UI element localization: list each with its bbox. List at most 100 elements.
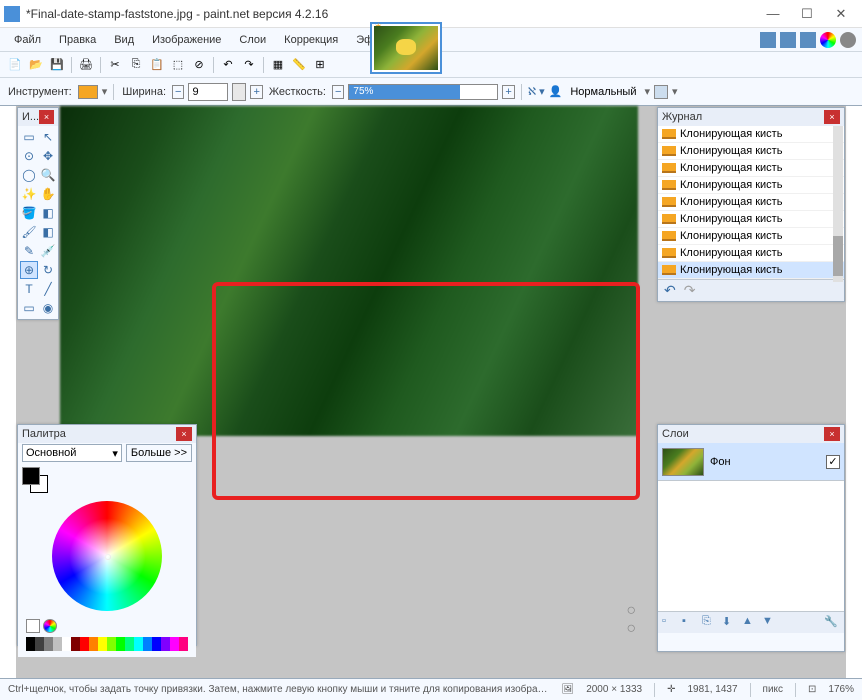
color-cell[interactable] — [161, 637, 170, 651]
tool-magic-wand[interactable]: ✨ — [20, 185, 38, 203]
tool-fill[interactable]: 🪣 — [20, 204, 38, 222]
color-cell[interactable] — [62, 637, 71, 651]
tool-picker[interactable]: 💉 — [39, 242, 57, 260]
primary-color-dropdown[interactable]: Основной▾ — [22, 444, 122, 462]
layer-duplicate-button[interactable]: ⎘ — [702, 615, 718, 631]
width-input[interactable] — [188, 83, 228, 101]
tool-move[interactable]: ↖ — [39, 128, 57, 146]
width-plus[interactable]: + — [250, 85, 262, 99]
color-cell[interactable] — [26, 637, 35, 651]
save-button[interactable]: 💾 — [48, 56, 66, 74]
tool-rect-select[interactable]: ▭ — [20, 128, 38, 146]
tool-zoom[interactable]: 🔍 — [39, 166, 57, 184]
tool-recolor[interactable]: ↻ — [39, 261, 57, 279]
maximize-button[interactable]: ☐ — [790, 2, 824, 26]
color-cell[interactable] — [80, 637, 89, 651]
menu-adjust[interactable]: Коррекция — [276, 31, 346, 49]
palette-close-button[interactable]: × — [176, 427, 192, 441]
layers-window-icon[interactable] — [800, 32, 816, 48]
tool-pencil[interactable]: ✎ — [20, 242, 38, 260]
tool-ellipse-select[interactable]: ◯ — [20, 166, 38, 184]
menu-image[interactable]: Изображение — [144, 31, 229, 49]
ruler-button[interactable]: 📏 — [290, 56, 308, 74]
history-item[interactable]: Клонирующая кисть▾ — [658, 262, 844, 279]
palette-add-icon[interactable] — [26, 619, 40, 633]
menu-view[interactable]: Вид — [106, 31, 142, 49]
history-redo-button[interactable]: ↷ — [684, 282, 696, 299]
history-item[interactable]: Клонирующая кисть — [658, 194, 844, 211]
history-close-button[interactable]: × — [824, 110, 840, 124]
deselect-button[interactable]: ⊘ — [190, 56, 208, 74]
color-cell[interactable] — [107, 637, 116, 651]
layer-up-button[interactable]: ▲ — [742, 615, 758, 631]
tool-brush[interactable]: 🖌 — [20, 223, 38, 241]
menu-file[interactable]: Файл — [6, 31, 49, 49]
undo-button[interactable]: ↶ — [219, 56, 237, 74]
paste-button[interactable]: 📋 — [148, 56, 166, 74]
color-cell[interactable] — [98, 637, 107, 651]
status-unit[interactable]: пикс — [763, 684, 784, 695]
layer-delete-button[interactable]: ▪ — [682, 615, 698, 631]
crop-button[interactable]: ⬚ — [169, 56, 187, 74]
antialias-icon[interactable]: ℵ ▾ — [528, 85, 545, 98]
color-cell[interactable] — [44, 637, 53, 651]
menu-layers[interactable]: Слои — [231, 31, 274, 49]
blend-icon[interactable]: 👤 — [549, 85, 563, 98]
color-cell[interactable] — [89, 637, 98, 651]
tool-pan[interactable]: ✋ — [39, 185, 57, 203]
palette-manage-icon[interactable] — [43, 619, 57, 633]
minimize-button[interactable]: — — [756, 2, 790, 26]
blend-mode-dropdown[interactable]: Нормальный — [566, 85, 640, 99]
stiffness-minus[interactable]: − — [332, 85, 344, 99]
history-scrollbar[interactable] — [833, 236, 843, 276]
color-wheel[interactable] — [52, 501, 162, 611]
status-zoom[interactable]: 176% — [828, 684, 854, 695]
stiffness-bar[interactable]: 75% — [348, 84, 498, 100]
width-spinner[interactable] — [232, 83, 246, 101]
history-item[interactable]: Клонирующая кисть — [658, 228, 844, 245]
unit-button[interactable]: ⊞ — [311, 56, 329, 74]
width-minus[interactable]: − — [172, 85, 184, 99]
tool-lasso[interactable]: ⊙ — [20, 147, 38, 165]
tool-indicator-icon[interactable] — [78, 85, 98, 99]
color-cell[interactable] — [116, 637, 125, 651]
color-swatches[interactable] — [22, 467, 50, 495]
tools-window-icon[interactable] — [760, 32, 776, 48]
color-cell[interactable] — [53, 637, 62, 651]
copy-button[interactable]: ⎘ — [127, 56, 145, 74]
settings-icon[interactable] — [840, 32, 856, 48]
palette-more-button[interactable]: Больше >> — [126, 444, 192, 462]
new-button[interactable]: 📄 — [6, 56, 24, 74]
history-window-icon[interactable] — [780, 32, 796, 48]
layer-add-button[interactable]: ▫ — [662, 615, 678, 631]
tool-move-selection[interactable]: ✥ — [39, 147, 57, 165]
tool-line[interactable]: ╱ — [39, 280, 57, 298]
layers-close-button[interactable]: × — [824, 427, 840, 441]
layer-merge-button[interactable]: ⬇ — [722, 615, 738, 631]
open-button[interactable]: 📂 — [27, 56, 45, 74]
history-item[interactable]: Клонирующая кисть — [658, 177, 844, 194]
history-item[interactable]: Клонирующая кисть — [658, 143, 844, 160]
tool-eraser[interactable]: ◧ — [39, 223, 57, 241]
tool-text[interactable]: T — [20, 280, 38, 298]
tools-close-button[interactable]: × — [39, 110, 54, 124]
history-item[interactable]: Клонирующая кисть — [658, 211, 844, 228]
history-item[interactable]: Клонирующая кисть — [658, 245, 844, 262]
print-button[interactable]: 🖨 — [77, 56, 95, 74]
color-strip[interactable] — [26, 637, 188, 651]
tool-clone-stamp[interactable]: ⊕ — [20, 261, 38, 279]
history-item[interactable]: Клонирующая кисть — [658, 160, 844, 177]
color-cell[interactable] — [143, 637, 152, 651]
color-cell[interactable] — [152, 637, 161, 651]
sampling-icon[interactable] — [654, 85, 668, 99]
redo-button[interactable]: ↷ — [240, 56, 258, 74]
document-thumbnail[interactable]: ✶ — [370, 22, 442, 74]
history-undo-button[interactable]: ↶ — [664, 282, 676, 299]
history-item[interactable]: Клонирующая кисть — [658, 126, 844, 143]
layer-down-button[interactable]: ▼ — [762, 615, 778, 631]
cut-button[interactable]: ✂ — [106, 56, 124, 74]
color-cell[interactable] — [35, 637, 44, 651]
color-cell[interactable] — [71, 637, 80, 651]
primary-color-swatch[interactable] — [22, 467, 40, 485]
colors-window-icon[interactable] — [820, 32, 836, 48]
